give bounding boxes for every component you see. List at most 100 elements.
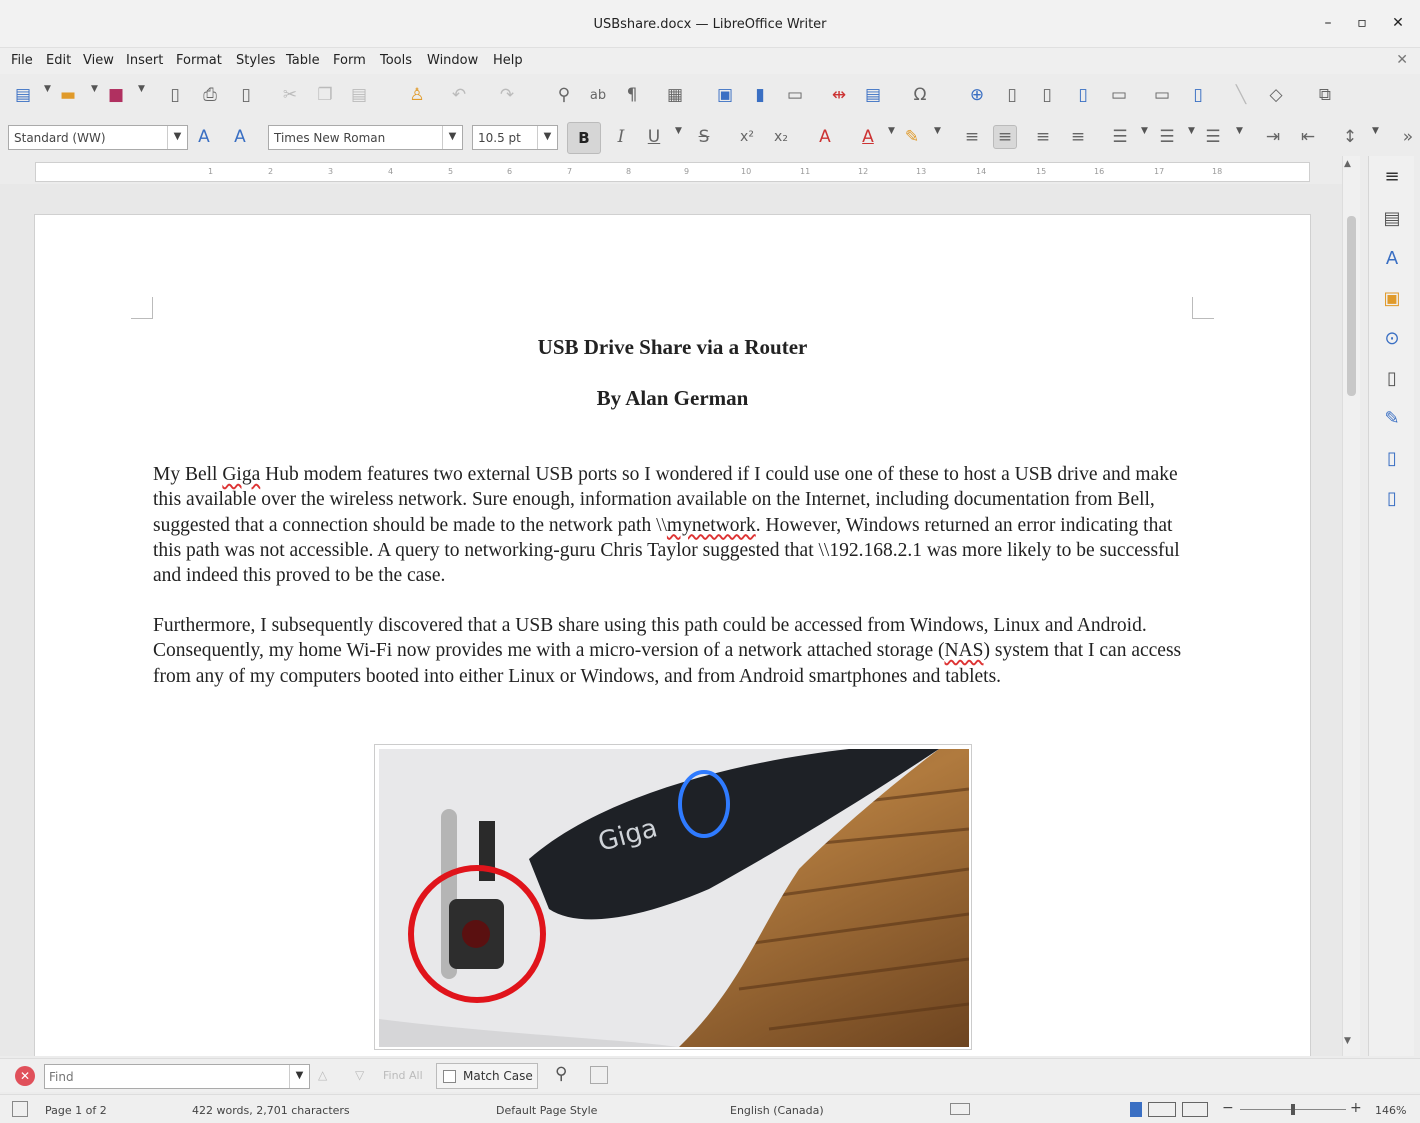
- scrollbar-thumb[interactable]: [1347, 216, 1356, 396]
- insert-image-icon[interactable]: ▣: [713, 83, 737, 107]
- underline-button[interactable]: U: [642, 125, 666, 149]
- chevron-down-icon[interactable]: ▼: [167, 126, 187, 149]
- decrease-indent-icon[interactable]: ⇤: [1296, 125, 1320, 149]
- find-input[interactable]: [45, 1065, 287, 1088]
- chevron-down-icon[interactable]: ▼: [934, 126, 941, 136]
- styles-icon[interactable]: A: [1379, 248, 1405, 274]
- undo-icon[interactable]: ↶: [447, 83, 471, 107]
- draw-functions-icon[interactable]: ⧉: [1313, 83, 1337, 107]
- single-page-view-icon[interactable]: [1130, 1102, 1142, 1117]
- zoom-in-icon[interactable]: +: [1350, 1100, 1362, 1116]
- line-icon[interactable]: ╲: [1229, 83, 1253, 107]
- strikethrough-button[interactable]: S: [692, 125, 716, 149]
- insert-chart-icon[interactable]: ▮: [748, 83, 772, 107]
- menu-form[interactable]: Form: [333, 53, 366, 68]
- menu-view[interactable]: View: [83, 53, 114, 68]
- scroll-up-icon[interactable]: ▲: [1344, 159, 1351, 169]
- insert-table-icon[interactable]: ▦: [663, 83, 687, 107]
- italic-button[interactable]: I: [609, 125, 633, 149]
- more-find-options-icon[interactable]: [590, 1066, 608, 1084]
- design-icon[interactable]: ▯: [1379, 488, 1405, 514]
- document-area[interactable]: USB Drive Share via a Router By Alan Ger…: [0, 184, 1342, 1056]
- text-box-icon[interactable]: ▭: [783, 83, 807, 107]
- selection-mode-icon[interactable]: [950, 1103, 970, 1115]
- language[interactable]: English (Canada): [730, 1104, 824, 1117]
- print-icon[interactable]: ⎙: [198, 83, 222, 107]
- chevron-down-icon[interactable]: ▼: [138, 84, 145, 94]
- chevron-down-icon[interactable]: ▼: [1141, 126, 1148, 136]
- word-count[interactable]: 422 words, 2,701 characters: [192, 1104, 350, 1117]
- justify-icon[interactable]: ≡: [1066, 125, 1090, 149]
- menu-format[interactable]: Format: [176, 53, 222, 68]
- line-spacing-icon[interactable]: ↕: [1338, 125, 1362, 149]
- document-modified-icon[interactable]: [12, 1101, 28, 1117]
- horizontal-ruler[interactable]: 1 2 3 4 5 6 7 8 9 10 11 12 13 14 15 16 1…: [35, 162, 1310, 182]
- properties-icon[interactable]: ▤: [1379, 208, 1405, 234]
- chevron-down-icon[interactable]: ▼: [675, 126, 682, 136]
- cut-icon[interactable]: ✂: [278, 83, 302, 107]
- router-photo[interactable]: Giga: [374, 744, 972, 1050]
- print-preview-icon[interactable]: ▯: [234, 83, 258, 107]
- page-break-icon[interactable]: ⇹: [827, 83, 851, 107]
- numbered-list-icon[interactable]: ☰: [1155, 125, 1179, 149]
- minimize-button[interactable]: –: [1318, 15, 1338, 31]
- menu-help[interactable]: Help: [493, 53, 523, 68]
- new-document-icon[interactable]: ▤: [11, 83, 35, 107]
- special-character-icon[interactable]: Ω: [908, 83, 932, 107]
- sidebar-menu-icon[interactable]: ≡: [1379, 166, 1405, 192]
- menu-table[interactable]: Table: [286, 53, 320, 68]
- font-size-combo[interactable]: 10.5 pt ▼: [472, 125, 558, 150]
- subscript-icon[interactable]: x₂: [769, 125, 793, 149]
- copy-icon[interactable]: ❐: [313, 83, 337, 107]
- align-left-icon[interactable]: ≡: [960, 125, 984, 149]
- gallery-icon[interactable]: ▣: [1379, 288, 1405, 314]
- superscript-icon[interactable]: x²: [735, 125, 759, 149]
- find-next-icon[interactable]: ▽: [355, 1068, 364, 1082]
- menu-edit[interactable]: Edit: [46, 53, 71, 68]
- close-find-icon[interactable]: ✕: [15, 1066, 35, 1086]
- style-inspector-icon[interactable]: ✎: [1379, 408, 1405, 434]
- menu-tools[interactable]: Tools: [380, 53, 412, 68]
- find-replace-icon[interactable]: ⚲: [552, 83, 576, 107]
- update-style-icon[interactable]: A: [192, 125, 216, 149]
- menu-file[interactable]: File: [11, 53, 33, 68]
- vertical-scrollbar[interactable]: ▲ ▼: [1342, 156, 1360, 1056]
- navigator-icon[interactable]: ⊙: [1379, 328, 1405, 354]
- align-center-icon[interactable]: ≡: [993, 125, 1017, 149]
- font-color-icon[interactable]: A: [856, 125, 880, 149]
- zoom-out-icon[interactable]: −: [1222, 1100, 1234, 1116]
- track-changes-icon[interactable]: ▯: [1186, 83, 1210, 107]
- cross-reference-icon[interactable]: ▭: [1107, 83, 1131, 107]
- basic-shapes-icon[interactable]: ◇: [1264, 83, 1288, 107]
- more-options-icon[interactable]: »: [1396, 125, 1420, 149]
- increase-indent-icon[interactable]: ⇥: [1261, 125, 1285, 149]
- match-case-checkbox[interactable]: [443, 1070, 456, 1083]
- chevron-down-icon[interactable]: ▼: [91, 84, 98, 94]
- clear-formatting-icon[interactable]: A: [813, 125, 837, 149]
- maximize-button[interactable]: ▫: [1352, 15, 1372, 31]
- paragraph-style-combo[interactable]: Standard (WW) ▼: [8, 125, 188, 150]
- manage-changes-icon[interactable]: ▯: [1379, 448, 1405, 474]
- outline-list-icon[interactable]: ☰: [1201, 125, 1225, 149]
- close-button[interactable]: ✕: [1388, 15, 1408, 31]
- close-document-button[interactable]: ✕: [1396, 52, 1408, 68]
- menu-insert[interactable]: Insert: [126, 53, 163, 68]
- clone-formatting-icon[interactable]: ♙: [405, 83, 429, 107]
- highlight-color-icon[interactable]: ✎: [900, 125, 924, 149]
- zoom-slider-thumb[interactable]: [1291, 1104, 1295, 1115]
- zoom-level[interactable]: 146%: [1375, 1104, 1406, 1117]
- find-previous-icon[interactable]: △: [318, 1068, 327, 1082]
- chevron-down-icon[interactable]: ▼: [289, 1065, 309, 1088]
- page-style[interactable]: Default Page Style: [496, 1104, 597, 1117]
- menu-styles[interactable]: Styles: [236, 53, 275, 68]
- endnote-icon[interactable]: ▯: [1035, 83, 1059, 107]
- chevron-down-icon[interactable]: ▼: [1372, 126, 1379, 136]
- page-count[interactable]: Page 1 of 2: [45, 1104, 107, 1117]
- formatting-marks-icon[interactable]: ¶: [620, 83, 644, 107]
- bold-button[interactable]: B: [567, 122, 601, 154]
- chevron-down-icon[interactable]: ▼: [442, 126, 462, 149]
- chevron-down-icon[interactable]: ▼: [537, 126, 557, 149]
- book-view-icon[interactable]: [1182, 1102, 1208, 1117]
- chevron-down-icon[interactable]: ▼: [1188, 126, 1195, 136]
- insert-field-icon[interactable]: ▤: [861, 83, 885, 107]
